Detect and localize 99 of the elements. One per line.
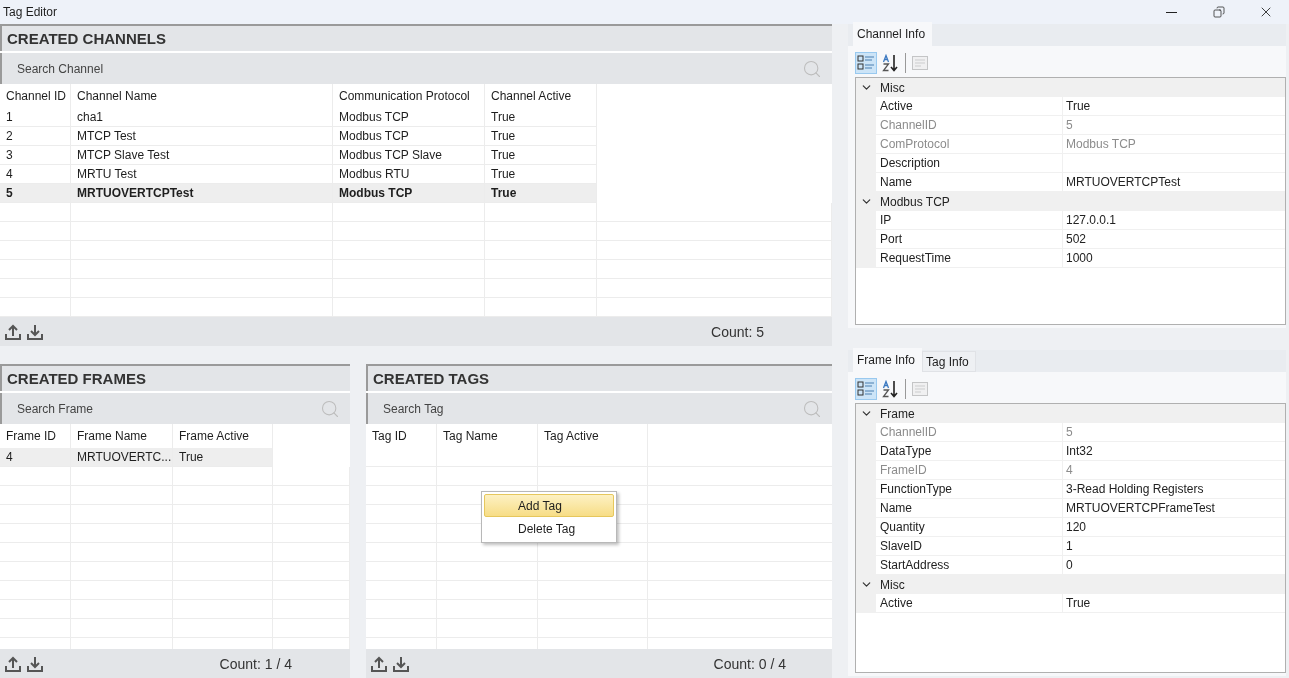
property-value[interactable]: 1 bbox=[1063, 537, 1285, 556]
property-value[interactable]: Int32 bbox=[1063, 442, 1285, 461]
panel-title: CREATED TAGS bbox=[366, 364, 832, 391]
property-name: Active bbox=[876, 594, 1062, 613]
property-name: Name bbox=[876, 499, 1062, 518]
table-cell: True bbox=[485, 165, 597, 184]
category-label: Misc bbox=[879, 79, 905, 97]
table-cell: Modbus TCP bbox=[333, 184, 485, 203]
upload-icon bbox=[371, 655, 387, 672]
search-input[interactable]: Search Frame bbox=[15, 400, 320, 417]
property-name: Active bbox=[876, 97, 1062, 116]
property-name: ChannelID bbox=[876, 423, 1062, 442]
category-label: Misc bbox=[879, 576, 905, 594]
category-label: Frame bbox=[879, 405, 915, 423]
property-name: Name bbox=[876, 173, 1062, 192]
table-cell: MRTUOVERTCPTest bbox=[71, 184, 333, 203]
table-cell: Modbus RTU bbox=[333, 165, 485, 184]
table-cell: True bbox=[485, 146, 597, 165]
table-cell: 4 bbox=[0, 165, 71, 184]
categorized-view-icon bbox=[857, 54, 875, 71]
property-name: FrameID bbox=[876, 461, 1062, 480]
upload-icon bbox=[5, 323, 21, 340]
panel-title: CREATED CHANNELS bbox=[0, 24, 832, 51]
search-field[interactable]: Search Channel bbox=[0, 53, 832, 84]
download-icon bbox=[27, 655, 43, 672]
property-value[interactable]: 4 bbox=[1063, 461, 1285, 480]
property-name: Quantity bbox=[876, 518, 1062, 537]
property-value[interactable]: 120 bbox=[1063, 518, 1285, 537]
upload-button[interactable] bbox=[371, 655, 387, 672]
property-value[interactable]: MRTUOVERTCPTest bbox=[1063, 173, 1285, 192]
count-label: Count: 1 / 4 bbox=[219, 655, 293, 672]
table-cell: 4 bbox=[0, 448, 71, 467]
property-value[interactable]: True bbox=[1063, 97, 1285, 116]
panel-title: CREATED FRAMES bbox=[0, 364, 350, 391]
property-value[interactable]: 502 bbox=[1063, 230, 1285, 249]
sort-az-icon bbox=[882, 379, 900, 398]
property-name: DataType bbox=[876, 442, 1062, 461]
window-title: Tag Editor bbox=[2, 5, 59, 19]
upload-button[interactable] bbox=[5, 655, 21, 672]
search-field[interactable]: Search Tag bbox=[366, 393, 832, 424]
property-value[interactable]: 0 bbox=[1063, 556, 1285, 575]
property-name: SlaveID bbox=[876, 537, 1062, 556]
property-name: Description bbox=[876, 154, 1062, 173]
table-cell: cha1 bbox=[71, 108, 333, 127]
property-name: StartAddress bbox=[876, 556, 1062, 575]
upload-icon bbox=[5, 655, 21, 672]
property-pages-icon bbox=[912, 55, 928, 70]
table-cell: MRTUOVERTC... bbox=[71, 448, 173, 467]
categorized-view-icon bbox=[857, 380, 875, 397]
category-label: Modbus TCP bbox=[879, 193, 950, 211]
table-cell: Modbus TCP bbox=[333, 108, 485, 127]
menu-item[interactable]: Delete Tag bbox=[484, 517, 614, 540]
table-cell: True bbox=[485, 127, 597, 146]
count-label: Count: 0 / 4 bbox=[713, 655, 787, 672]
restore-icon bbox=[1212, 6, 1225, 18]
table-cell: MTCP Test bbox=[71, 127, 333, 146]
download-button[interactable] bbox=[27, 655, 43, 672]
property-value[interactable]: 127.0.0.1 bbox=[1063, 211, 1285, 230]
property-value[interactable]: 1000 bbox=[1063, 249, 1285, 268]
search-icon bbox=[802, 398, 822, 419]
search-input[interactable]: Search Channel bbox=[15, 60, 802, 77]
tab[interactable]: Frame Info bbox=[853, 348, 923, 372]
table-cell: True bbox=[173, 448, 273, 467]
download-button[interactable] bbox=[27, 323, 43, 340]
search-field[interactable]: Search Frame bbox=[0, 393, 350, 424]
tab[interactable]: Tag Info bbox=[922, 351, 976, 372]
table-cell: True bbox=[485, 184, 597, 203]
table-cell: 1 bbox=[0, 108, 71, 127]
property-name: Port bbox=[876, 230, 1062, 249]
property-name: ComProtocol bbox=[876, 135, 1062, 154]
table-cell: Modbus TCP Slave bbox=[333, 146, 485, 165]
download-button[interactable] bbox=[393, 655, 409, 672]
table-cell: Modbus TCP bbox=[333, 127, 485, 146]
table-cell: MTCP Slave Test bbox=[71, 146, 333, 165]
search-icon bbox=[802, 58, 822, 79]
property-name: ChannelID bbox=[876, 116, 1062, 135]
table-cell: MRTU Test bbox=[71, 165, 333, 184]
property-value[interactable]: 3-Read Holding Registers bbox=[1063, 480, 1285, 499]
property-name: IP bbox=[876, 211, 1062, 230]
download-icon bbox=[393, 655, 409, 672]
table-cell: 3 bbox=[0, 146, 71, 165]
upload-button[interactable] bbox=[5, 323, 21, 340]
table-cell: 2 bbox=[0, 127, 71, 146]
tab[interactable]: Channel Info bbox=[853, 22, 933, 46]
minimize-icon bbox=[1166, 11, 1177, 13]
menu-item[interactable]: Add Tag bbox=[484, 494, 614, 517]
download-icon bbox=[27, 323, 43, 340]
property-pages-icon bbox=[912, 381, 928, 396]
sort-az-icon bbox=[882, 53, 900, 72]
property-value[interactable]: MRTUOVERTCPFrameTest bbox=[1063, 499, 1285, 518]
property-name: RequestTime bbox=[876, 249, 1062, 268]
search-input[interactable]: Search Tag bbox=[381, 400, 802, 417]
property-value[interactable]: Modbus TCP bbox=[1063, 135, 1285, 154]
count-label: Count: 5 bbox=[711, 323, 765, 340]
property-value[interactable]: True bbox=[1063, 594, 1285, 613]
table-cell: True bbox=[485, 108, 597, 127]
table-cell: 5 bbox=[0, 184, 71, 203]
search-icon bbox=[320, 398, 340, 419]
property-name: FunctionType bbox=[876, 480, 1062, 499]
